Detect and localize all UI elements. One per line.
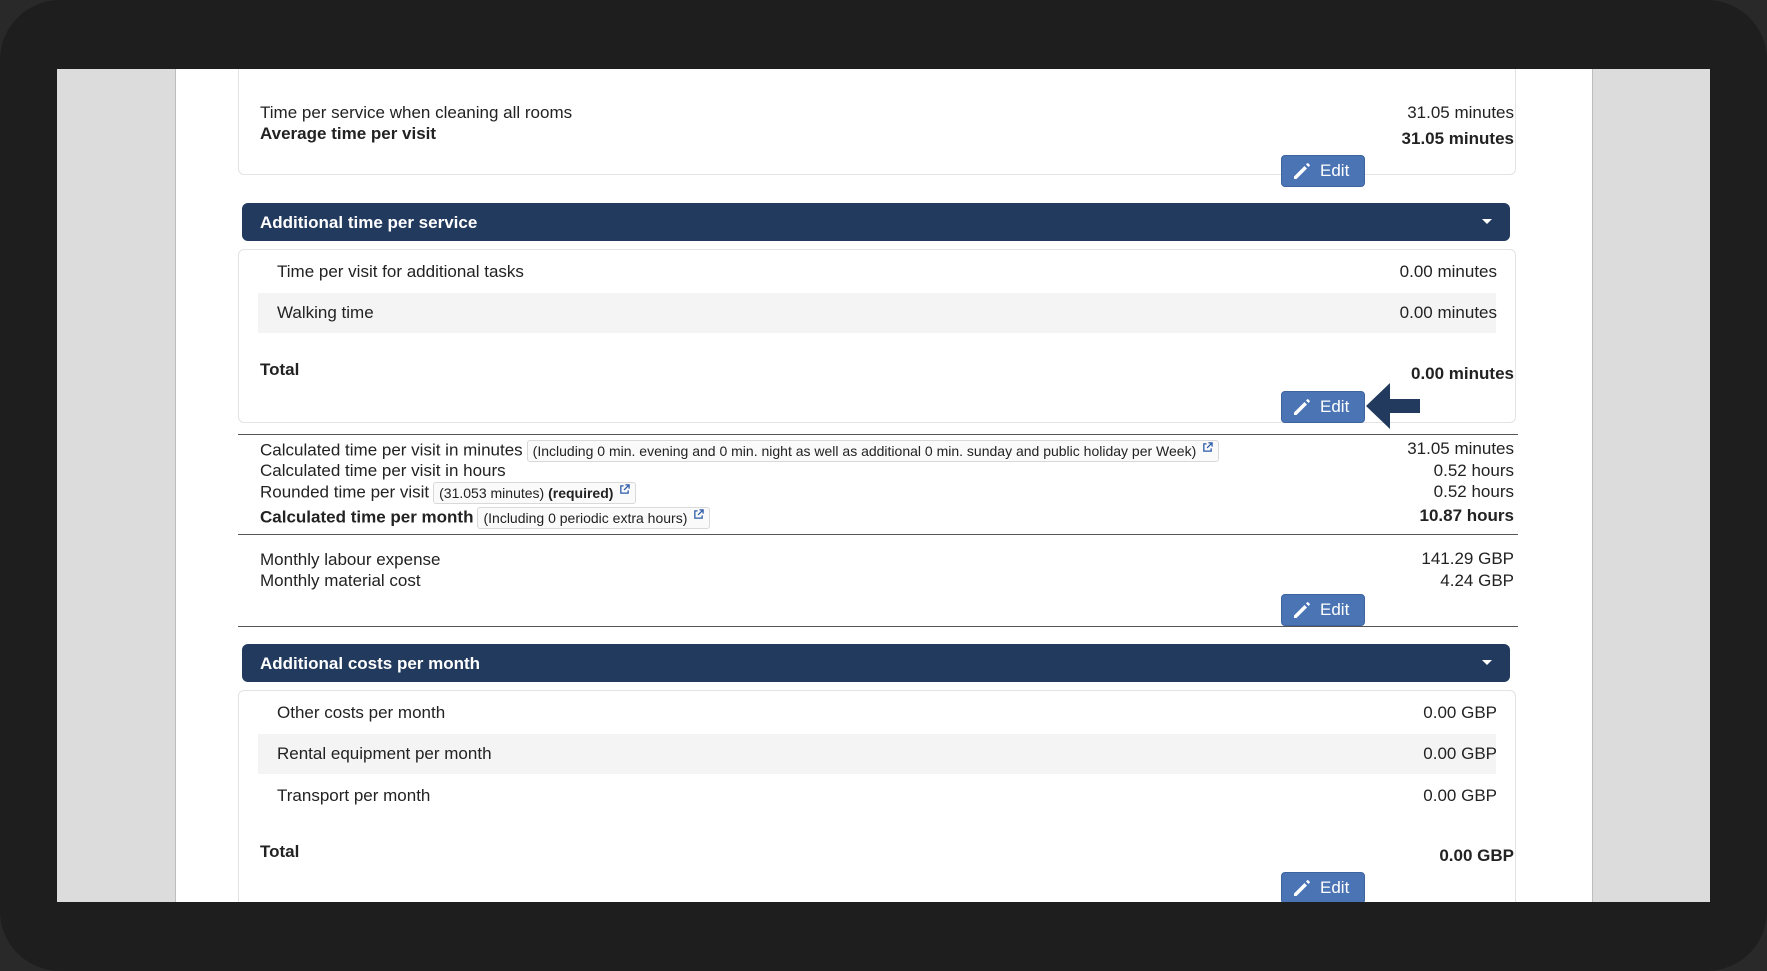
- rental-equipment-label: Rental equipment per month: [277, 744, 492, 763]
- page-content: Time per service when cleaning all rooms…: [175, 69, 1593, 902]
- section-title: Additional costs per month: [260, 654, 481, 673]
- labour-expense-label: Monthly labour expense: [260, 550, 441, 569]
- additional-time-header[interactable]: Additional time per service: [242, 203, 1510, 241]
- calc-month-row: Calculated time per month (Including 0 pe…: [260, 507, 711, 529]
- calc-hours-label: Calculated time per visit in hours: [260, 461, 506, 480]
- walking-time-value: 0.00 minutes: [1399, 303, 1497, 322]
- additional-tasks-value: 0.00 minutes: [1399, 262, 1497, 281]
- average-time-value: 31.05 minutes: [1401, 129, 1514, 148]
- divider: [238, 434, 1518, 435]
- calc-month-value: 10.87 hours: [1419, 506, 1515, 525]
- pencil-icon: [1294, 163, 1310, 179]
- edit-button[interactable]: Edit: [1281, 155, 1365, 187]
- screen: Time per service when cleaning all rooms…: [57, 69, 1710, 902]
- pencil-icon: [1294, 880, 1310, 896]
- total-label: Total: [260, 360, 300, 379]
- total-label: Total: [260, 842, 300, 861]
- calc-minutes-row: Calculated time per visit in minutes (Inc…: [260, 440, 1220, 462]
- edit-label: Edit: [1320, 878, 1350, 897]
- transport-value: 0.00 GBP: [1423, 786, 1497, 805]
- section-title: Additional time per service: [260, 213, 478, 232]
- rounded-time-tag[interactable]: (31.053 minutes) (required): [433, 482, 637, 504]
- edit-button[interactable]: Edit: [1281, 391, 1365, 423]
- calc-month-label: Calculated time per month: [260, 507, 474, 527]
- device-frame: Time per service when cleaning all rooms…: [0, 0, 1767, 971]
- required-text: (required): [548, 485, 614, 501]
- time-per-service-label: Time per service when cleaning all rooms: [260, 103, 573, 122]
- external-link-icon: [694, 509, 705, 519]
- total-value: 0.00 GBP: [1439, 846, 1514, 865]
- calc-minutes-tag[interactable]: (Including 0 min. evening and 0 min. nig…: [526, 440, 1220, 462]
- calc-hours-value: 0.52 hours: [1433, 461, 1514, 480]
- additional-costs-header[interactable]: Additional costs per month: [242, 644, 1510, 682]
- rental-equipment-value: 0.00 GBP: [1423, 744, 1497, 763]
- external-link-icon: [1203, 442, 1213, 452]
- average-time-label: Average time per visit: [260, 124, 437, 143]
- calc-month-tag[interactable]: (Including 0 periodic extra hours): [477, 507, 711, 529]
- pencil-icon: [1294, 399, 1310, 415]
- total-value: 0.00 minutes: [1411, 364, 1514, 383]
- calc-minutes-value: 31.05 minutes: [1407, 439, 1514, 458]
- caret-down-icon: [1482, 660, 1492, 665]
- external-link-icon: [620, 484, 631, 494]
- edit-label: Edit: [1320, 161, 1350, 180]
- rounded-time-label: Rounded time per visit: [260, 482, 430, 502]
- pointer-arrow-icon: [1366, 383, 1420, 429]
- walking-time-label: Walking time: [277, 303, 374, 322]
- tag-text: (31.053 minutes): [439, 485, 545, 501]
- material-cost-value: 4.24 GBP: [1440, 571, 1514, 590]
- material-cost-label: Monthly material cost: [260, 571, 421, 590]
- rounded-time-value: 0.52 hours: [1433, 482, 1514, 501]
- edit-label: Edit: [1320, 600, 1350, 619]
- transport-label: Transport per month: [277, 786, 431, 805]
- other-costs-value: 0.00 GBP: [1423, 703, 1497, 722]
- pencil-icon: [1294, 602, 1310, 618]
- labour-expense-value: 141.29 GBP: [1421, 549, 1514, 568]
- time-per-service-value: 31.05 minutes: [1407, 103, 1514, 122]
- other-costs-label: Other costs per month: [277, 703, 446, 722]
- divider: [238, 626, 1518, 627]
- tag-text: (Including 0 periodic extra hours): [483, 510, 688, 526]
- calc-minutes-label: Calculated time per visit in minutes: [260, 440, 523, 460]
- divider: [238, 534, 1518, 535]
- additional-tasks-label: Time per visit for additional tasks: [277, 262, 524, 281]
- rounded-time-row: Rounded time per visit (31.053 minutes) (…: [260, 482, 637, 504]
- tag-text: (Including 0 min. evening and 0 min. nig…: [532, 443, 1197, 459]
- caret-down-icon: [1482, 219, 1492, 224]
- edit-label: Edit: [1320, 397, 1350, 416]
- stripe-row: [258, 293, 1496, 333]
- edit-button[interactable]: Edit: [1281, 872, 1365, 902]
- edit-button[interactable]: Edit: [1281, 594, 1365, 626]
